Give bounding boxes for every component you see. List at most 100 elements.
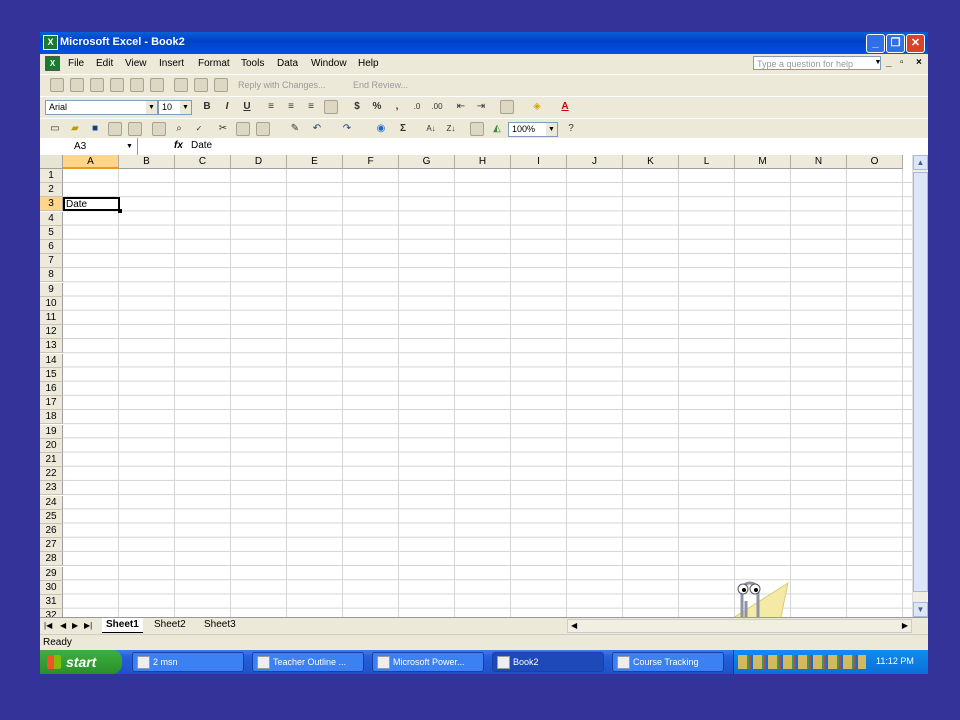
email-icon[interactable] (128, 122, 142, 136)
tab-sheet3[interactable]: Sheet3 (200, 618, 240, 632)
mdi-minimize-button[interactable]: _ (886, 57, 892, 68)
open-folder-icon[interactable]: ▰ (68, 122, 82, 136)
menu-file[interactable]: File (68, 58, 84, 69)
permission-icon[interactable] (108, 122, 122, 136)
row-header[interactable]: 27 (40, 538, 63, 553)
comma-button[interactable]: , (390, 100, 404, 114)
menu-window[interactable]: Window (311, 58, 347, 69)
row-header[interactable]: 25 (40, 509, 63, 524)
taskbar-item-book2[interactable]: Book2 (492, 652, 604, 672)
reviewing-icon-4[interactable] (110, 78, 124, 92)
font-color-icon[interactable]: A (558, 100, 572, 114)
row-header[interactable]: 22 (40, 467, 63, 482)
row-header[interactable]: 1 (40, 169, 63, 183)
reviewing-icon-5[interactable] (130, 78, 144, 92)
align-left-icon[interactable]: ≡ (264, 100, 278, 114)
row-header[interactable]: 29 (40, 566, 63, 581)
excel-app-icon[interactable]: X (43, 35, 58, 50)
row-header[interactable]: 28 (40, 552, 63, 567)
reviewing-icon-8[interactable] (194, 78, 208, 92)
column-header[interactable]: M (735, 155, 791, 169)
copy-icon[interactable] (236, 122, 250, 136)
taskbar-item-teacher-outline[interactable]: Teacher Outline ... (252, 652, 364, 672)
chart-wizard-icon[interactable] (470, 122, 484, 136)
fx-icon[interactable]: fx (174, 140, 183, 151)
fill-handle[interactable] (118, 209, 122, 213)
column-header[interactable]: H (455, 155, 511, 169)
row-header[interactable]: 23 (40, 481, 63, 496)
row-header[interactable]: 32 (40, 609, 63, 617)
column-header[interactable]: N (791, 155, 847, 169)
horizontal-scrollbar[interactable]: ◀ ▶ (567, 619, 912, 633)
currency-button[interactable]: $ (350, 100, 364, 114)
row-header[interactable]: 31 (40, 595, 63, 609)
row-header[interactable]: 16 (40, 382, 63, 396)
reviewing-icon-6[interactable] (150, 78, 164, 92)
help-icon[interactable]: ? (564, 122, 578, 136)
reviewing-icon-7[interactable] (174, 78, 188, 92)
sort-ascending-icon[interactable]: A↓ (424, 122, 438, 136)
format-painter-icon[interactable]: ✎ (288, 122, 302, 136)
decrease-indent-icon[interactable]: ⇤ (454, 100, 468, 114)
last-sheet-icon[interactable]: ▶| (84, 621, 92, 630)
row-header[interactable]: 13 (40, 339, 63, 354)
ask-question-input[interactable]: Type a question for help (753, 56, 881, 70)
column-header[interactable]: D (231, 155, 287, 169)
chevron-down-icon[interactable]: ▼ (873, 56, 883, 70)
column-header[interactable]: L (679, 155, 735, 169)
decrease-decimal-icon[interactable]: .00 (430, 100, 444, 114)
reviewing-icon-2[interactable] (70, 78, 84, 92)
merge-center-icon[interactable] (324, 100, 338, 114)
taskbar-item-powerpoint[interactable]: Microsoft Power... (372, 652, 484, 672)
spelling-icon[interactable]: ✓ (192, 122, 206, 136)
row-header[interactable]: 10 (40, 296, 63, 311)
column-header[interactable]: A (63, 155, 119, 169)
row-header[interactable]: 19 (40, 424, 63, 439)
borders-icon[interactable] (500, 100, 514, 114)
chevron-down-icon[interactable]: ▼ (180, 101, 191, 114)
row-header[interactable]: 4 (40, 211, 63, 226)
end-review-button[interactable]: End Review... (353, 80, 408, 90)
tab-sheet2[interactable]: Sheet2 (150, 618, 190, 632)
menu-edit[interactable]: Edit (96, 58, 113, 69)
hyperlink-icon[interactable]: ◉ (374, 122, 388, 136)
underline-button[interactable]: U (240, 100, 254, 114)
zoom-select[interactable]: 100% ▼ (508, 122, 558, 137)
taskbar-item-course-tracking[interactable]: Course Tracking (612, 652, 724, 672)
row-header[interactable]: 8 (40, 268, 63, 283)
scroll-down-button[interactable]: ▼ (913, 602, 928, 617)
column-header[interactable]: I (511, 155, 567, 169)
row-header[interactable]: 14 (40, 353, 63, 368)
active-cell-a3[interactable]: Date (63, 197, 120, 211)
chevron-down-icon[interactable]: ▼ (126, 138, 133, 155)
row-header[interactable]: 18 (40, 410, 63, 425)
workbook-icon[interactable]: X (45, 56, 60, 71)
row-header[interactable]: 17 (40, 396, 63, 411)
row-header[interactable]: 24 (40, 495, 63, 510)
align-center-icon[interactable]: ≡ (284, 100, 298, 114)
title-bar[interactable]: X Microsoft Excel - Book2 _ ❐ ✕ (40, 32, 928, 54)
fill-color-icon[interactable]: ◈ (530, 100, 544, 114)
row-header[interactable]: 21 (40, 453, 63, 467)
row-header[interactable]: 26 (40, 524, 63, 538)
column-header[interactable]: O (847, 155, 903, 169)
align-right-icon[interactable]: ≡ (304, 100, 318, 114)
reviewing-icon-3[interactable] (90, 78, 104, 92)
taskbar-item-msn[interactable]: 2 msn (132, 652, 244, 672)
italic-button[interactable]: I (220, 100, 234, 114)
menu-help[interactable]: Help (358, 58, 379, 69)
chevron-down-icon[interactable]: ▼ (546, 123, 557, 136)
autosum-button[interactable]: Σ (396, 122, 410, 136)
font-select[interactable]: Arial ▼ (45, 100, 158, 115)
row-header[interactable]: 5 (40, 225, 63, 240)
row-header[interactable]: 20 (40, 438, 63, 453)
row-header[interactable]: 3 (40, 197, 63, 212)
bold-button[interactable]: B (200, 100, 214, 114)
reply-with-changes-button[interactable]: Reply with Changes... (238, 80, 326, 90)
row-header[interactable]: 12 (40, 325, 63, 340)
first-sheet-icon[interactable]: |◀ (44, 621, 52, 630)
menu-format[interactable]: Format (198, 58, 230, 69)
office-assistant-clippy[interactable] (708, 575, 794, 617)
column-header[interactable]: F (343, 155, 399, 169)
row-header[interactable]: 7 (40, 254, 63, 269)
